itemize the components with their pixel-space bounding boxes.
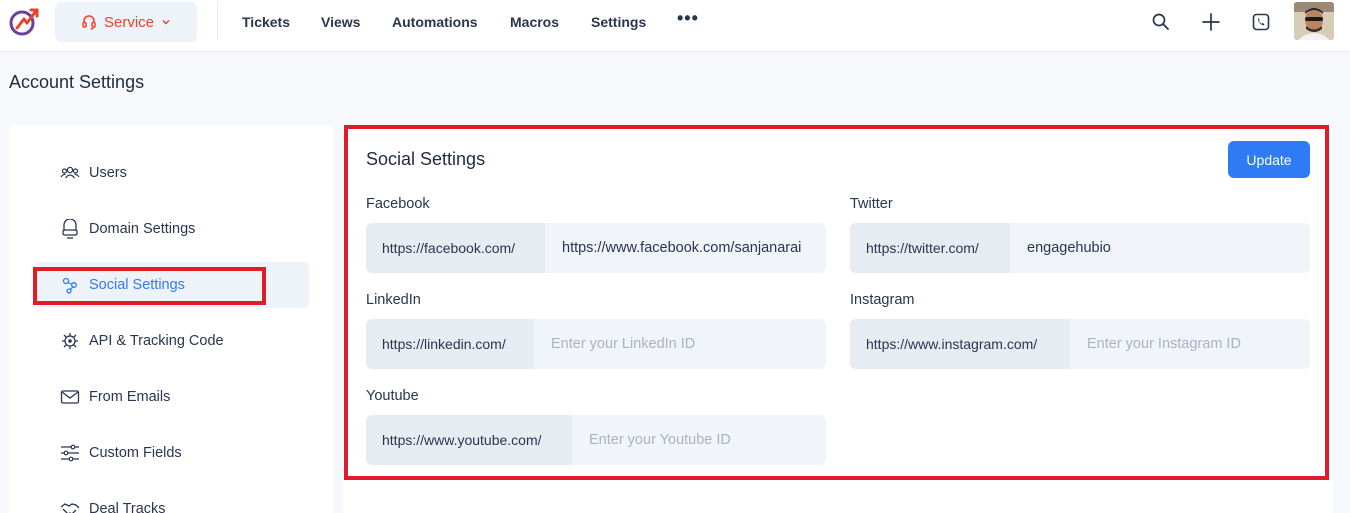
sliders-icon — [60, 443, 80, 463]
nav-tickets[interactable]: Tickets — [242, 14, 290, 30]
sidebar-item-domain-settings[interactable]: Domain Settings — [33, 206, 309, 252]
top-navbar: Service Tickets Views Automations Macros… — [0, 0, 1350, 52]
nav-automations[interactable]: Automations — [392, 14, 478, 30]
sidebar-item-api-tracking-code[interactable]: API & Tracking Code — [33, 318, 309, 364]
sidebar-item-label: From Emails — [89, 389, 171, 405]
chevron-down-icon — [161, 17, 171, 27]
users-icon — [60, 163, 80, 183]
instagram-label: Instagram — [850, 292, 915, 308]
avatar[interactable] — [1294, 2, 1334, 40]
service-label: Service — [103, 13, 155, 31]
linkedin-input[interactable] — [534, 319, 826, 369]
sidebar-item-label: Users — [89, 165, 127, 181]
twitter-field: https://twitter.com/ — [850, 223, 1310, 273]
panel-title: Social Settings — [366, 149, 486, 169]
handshake-icon — [60, 499, 80, 513]
sidebar-item-label: Deal Tracks — [89, 501, 166, 513]
plus-icon[interactable] — [1201, 12, 1221, 32]
twitter-label: Twitter — [850, 196, 893, 212]
sidebar-item-label: Domain Settings — [89, 221, 196, 237]
facebook-url-prefix: https://facebook.com/ — [366, 223, 545, 273]
nav-divider — [217, 2, 218, 40]
sidebar-item-deal-tracks[interactable]: Deal Tracks — [33, 486, 309, 513]
sidebar-item-label: Social Settings — [89, 277, 185, 293]
mail-icon — [60, 387, 80, 407]
linkedin-label: LinkedIn — [366, 292, 421, 308]
sidebar-item-users[interactable]: Users — [33, 150, 309, 196]
twitter-url-prefix: https://twitter.com/ — [850, 223, 1010, 273]
linkedin-field: https://linkedin.com/ — [366, 319, 826, 369]
phone-icon[interactable] — [1251, 12, 1271, 32]
app-logo[interactable] — [8, 6, 40, 38]
nav-macros[interactable]: Macros — [510, 14, 559, 30]
search-icon[interactable] — [1151, 12, 1171, 32]
instagram-field: https://www.instagram.com/ — [850, 319, 1310, 369]
more-menu-icon[interactable]: ••• — [677, 8, 699, 29]
api-icon — [60, 331, 80, 351]
page-title: Account Settings — [9, 72, 145, 92]
linkedin-url-prefix: https://linkedin.com/ — [366, 319, 534, 369]
facebook-field: https://facebook.com/ — [366, 223, 826, 273]
twitter-input[interactable] — [1010, 223, 1310, 273]
youtube-label: Youtube — [366, 388, 419, 404]
share-icon — [60, 275, 80, 295]
instagram-input[interactable] — [1070, 319, 1310, 369]
youtube-field: https://www.youtube.com/ — [366, 415, 826, 465]
service-switcher-button[interactable]: Service — [55, 2, 197, 42]
instagram-url-prefix: https://www.instagram.com/ — [850, 319, 1070, 369]
nav-views[interactable]: Views — [321, 14, 360, 30]
facebook-label: Facebook — [366, 196, 430, 212]
domain-icon — [60, 219, 80, 239]
facebook-input[interactable] — [545, 223, 826, 273]
sidebar-item-custom-fields[interactable]: Custom Fields — [33, 430, 309, 476]
youtube-url-prefix: https://www.youtube.com/ — [366, 415, 572, 465]
update-button[interactable]: Update — [1228, 141, 1310, 178]
sidebar-item-social-settings[interactable]: Social Settings — [33, 262, 309, 308]
sidebar-item-label: API & Tracking Code — [89, 333, 224, 349]
sidebar-item-label: Custom Fields — [89, 445, 182, 461]
headset-icon — [81, 14, 97, 30]
sidebar-item-from-emails[interactable]: From Emails — [33, 374, 309, 420]
youtube-input[interactable] — [572, 415, 826, 465]
nav-settings[interactable]: Settings — [591, 14, 646, 30]
